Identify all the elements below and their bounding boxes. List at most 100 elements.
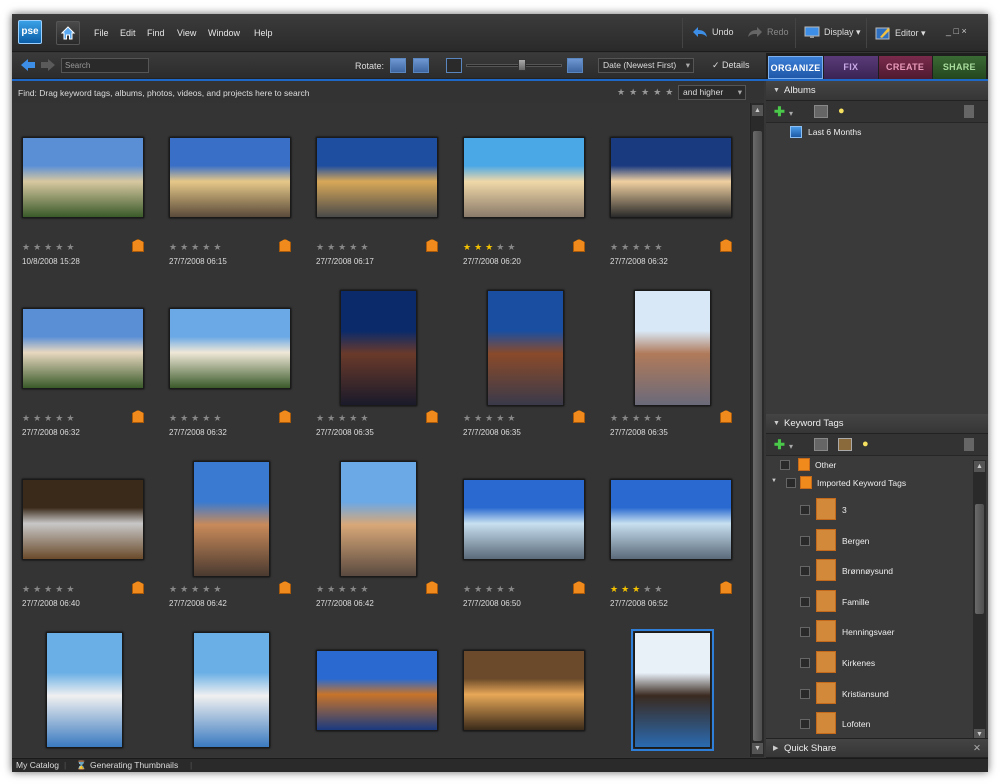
- star-rating[interactable]: ★★★★★: [463, 242, 518, 253]
- tag-checkbox[interactable]: [786, 478, 796, 488]
- edit-tag-icon[interactable]: [814, 438, 828, 451]
- photo-thumbnail[interactable]: [463, 137, 585, 218]
- star-icon[interactable]: ★: [44, 413, 55, 423]
- star-icon[interactable]: ★: [338, 413, 349, 423]
- menu-file[interactable]: File: [94, 28, 109, 38]
- star-rating[interactable]: ★★★★★: [316, 242, 371, 253]
- redo-button[interactable]: Redo: [747, 26, 789, 38]
- star-rating[interactable]: ★★★★★: [463, 584, 518, 595]
- photo-cell[interactable]: ★★★★★ 27/7/2008 06:17: [306, 103, 453, 275]
- tag-checkbox[interactable]: [800, 658, 810, 668]
- star-icon[interactable]: ★: [349, 584, 360, 594]
- search-input[interactable]: Search: [61, 58, 149, 73]
- star-rating[interactable]: ★★★★★: [169, 413, 224, 424]
- keyword-tag-item[interactable]: Kristiansund: [766, 678, 971, 708]
- details-checkbox[interactable]: ✓ Details: [712, 60, 750, 71]
- star-icon[interactable]: ★: [632, 584, 643, 594]
- find-bar[interactable]: Find: Drag keyword tags, albums, photos,…: [12, 81, 764, 103]
- keyword-tag-item[interactable]: Henningsvaer: [766, 616, 971, 646]
- star-icon[interactable]: ★: [33, 584, 44, 594]
- photo-cell[interactable]: [159, 616, 306, 757]
- quick-share-header[interactable]: ▶ Quick Share ✕: [766, 738, 988, 758]
- star-icon[interactable]: ★: [360, 584, 371, 594]
- photo-cell[interactable]: ★★★★★ 27/7/2008 06:40: [12, 445, 159, 617]
- star-icon[interactable]: ★: [338, 242, 349, 252]
- photo-thumbnail[interactable]: [169, 308, 291, 389]
- star-icon[interactable]: ★: [327, 242, 338, 252]
- rating-filter-select[interactable]: and higher: [678, 85, 746, 100]
- star-icon[interactable]: ★: [485, 584, 496, 594]
- photo-thumbnail[interactable]: [610, 137, 732, 218]
- star-rating[interactable]: ★★★★★: [22, 413, 77, 424]
- star-icon[interactable]: ★: [55, 584, 66, 594]
- star-icon[interactable]: ★: [316, 242, 327, 252]
- photo-cell[interactable]: [600, 616, 747, 757]
- star-icon[interactable]: ★: [327, 584, 338, 594]
- keyword-tag-item[interactable]: 3: [766, 494, 971, 524]
- star-icon[interactable]: ★: [632, 242, 643, 252]
- keyword-tags-header[interactable]: ▼ Keyword Tags: [766, 414, 988, 434]
- photo-cell[interactable]: ★★★★★ 27/7/2008 06:35: [453, 274, 600, 446]
- star-icon[interactable]: ★: [22, 584, 33, 594]
- lock-tag-icon[interactable]: [838, 438, 852, 451]
- keyword-tag-item[interactable]: Brønnøysund: [766, 555, 971, 585]
- star-icon[interactable]: ★: [485, 242, 496, 252]
- star-icon[interactable]: ★: [496, 584, 507, 594]
- star-icon[interactable]: ★: [66, 413, 77, 423]
- scroll-up-icon[interactable]: ▲: [752, 105, 763, 116]
- star-icon[interactable]: ★: [496, 413, 507, 423]
- star-icon[interactable]: ★: [654, 584, 665, 594]
- star-icon[interactable]: ★: [654, 242, 665, 252]
- star-rating[interactable]: ★★★★★: [610, 413, 665, 424]
- star-icon[interactable]: ★: [463, 584, 474, 594]
- slider-knob[interactable]: [518, 59, 526, 71]
- photo-cell[interactable]: ★★★★★ 27/7/2008 06:15: [159, 103, 306, 275]
- keyword-tag-item[interactable]: Famille: [766, 586, 971, 616]
- star-icon[interactable]: ★: [463, 413, 474, 423]
- photo-thumbnail[interactable]: [316, 650, 438, 731]
- star-icon[interactable]: ★: [169, 584, 180, 594]
- star-icon[interactable]: ★: [507, 584, 518, 594]
- photo-cell[interactable]: ★★★★★ 27/7/2008 06:35: [600, 274, 747, 446]
- photo-thumbnail[interactable]: [169, 137, 291, 218]
- star-rating[interactable]: ★★★★★: [22, 584, 77, 595]
- catalog-name[interactable]: My Catalog: [16, 760, 59, 770]
- star-icon[interactable]: ★: [327, 413, 338, 423]
- expand-triangle-icon[interactable]: ▼: [771, 478, 777, 484]
- star-icon[interactable]: ★: [44, 584, 55, 594]
- tag-checkbox[interactable]: [800, 688, 810, 699]
- star-icon[interactable]: ★: [33, 242, 44, 252]
- star-icon[interactable]: ★: [191, 242, 202, 252]
- sort-order-select[interactable]: Date (Newest First): [598, 58, 694, 73]
- star-icon[interactable]: ★: [202, 242, 213, 252]
- photo-thumbnail[interactable]: [316, 137, 438, 218]
- star-icon[interactable]: ★: [610, 242, 621, 252]
- tag-checkbox[interactable]: [800, 535, 810, 546]
- small-thumbnails-icon[interactable]: [446, 58, 462, 73]
- albums-header[interactable]: ▼ Albums: [766, 81, 988, 101]
- star-icon[interactable]: ★: [643, 242, 654, 252]
- photo-thumbnail[interactable]: [193, 632, 270, 748]
- star-icon[interactable]: ★: [55, 242, 66, 252]
- star-icon[interactable]: ★: [621, 413, 632, 423]
- lightbulb-icon[interactable]: ●: [862, 438, 869, 451]
- photo-cell[interactable]: ★★★★★ 27/7/2008 06:42: [159, 445, 306, 617]
- star-icon[interactable]: ★: [66, 584, 77, 594]
- photo-thumbnail[interactable]: [463, 650, 585, 731]
- delete-tag-icon[interactable]: [964, 438, 974, 451]
- undo-button[interactable]: Undo: [692, 26, 734, 38]
- lightbulb-icon[interactable]: ●: [838, 105, 845, 118]
- editor-button[interactable]: Editor ▾: [875, 26, 926, 40]
- photo-cell[interactable]: [12, 616, 159, 757]
- add-dropdown-icon[interactable]: ▾: [789, 440, 793, 453]
- star-rating[interactable]: ★★★★★: [610, 242, 665, 253]
- forward-arrow-icon[interactable]: [40, 58, 56, 72]
- star-icon[interactable]: ★: [360, 242, 371, 252]
- star-icon[interactable]: ★: [213, 413, 224, 423]
- tag-checkbox[interactable]: [800, 719, 810, 730]
- photo-cell[interactable]: ★★★★★ 27/7/2008 06:20: [453, 103, 600, 275]
- star-rating[interactable]: ★★★★★: [22, 242, 77, 253]
- star-rating[interactable]: ★★★★★: [463, 413, 518, 424]
- photo-cell[interactable]: ★★★★★ 10/8/2008 15:28: [12, 103, 159, 275]
- photo-thumbnail[interactable]: [340, 461, 417, 577]
